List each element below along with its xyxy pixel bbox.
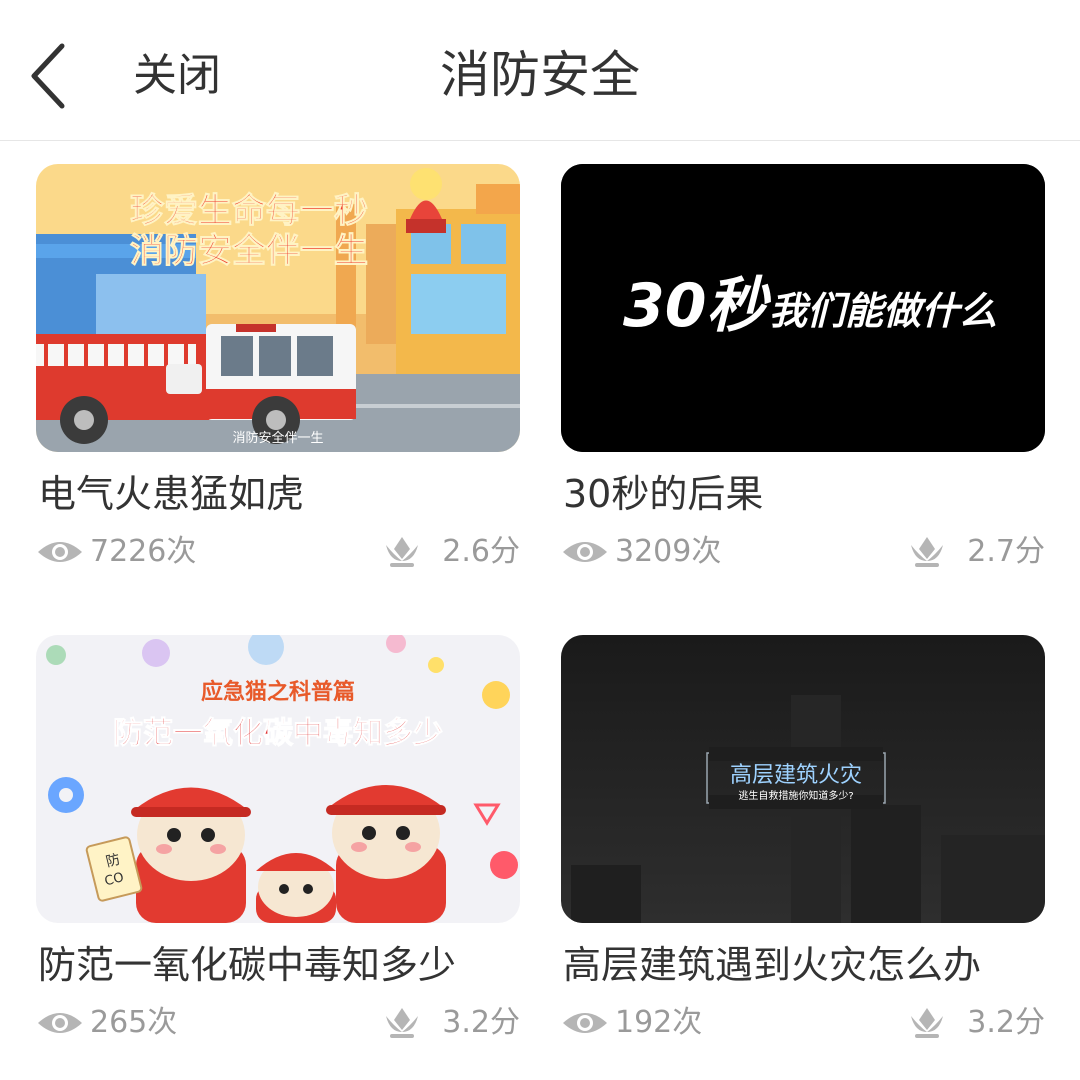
eye-icon xyxy=(38,1013,82,1033)
video-thumbnail[interactable]: 高层建筑火灾 逃生自救措施你知道多少? xyxy=(561,635,1045,923)
thumb-caption: 消防安全伴一生 xyxy=(232,430,323,446)
cat-small xyxy=(256,853,336,923)
video-title[interactable]: 电气火患猛如虎 xyxy=(38,469,304,519)
video-thumbnail[interactable]: 珍爱生命每一秒 消防安全伴一生 消防安全伴一生 xyxy=(36,164,520,452)
view-count: 3209次 xyxy=(561,532,721,572)
eye-icon xyxy=(38,542,82,562)
duration: 2.7分 xyxy=(909,532,1045,572)
black-title-card: 30秒 我们能做什么 xyxy=(561,164,1045,452)
video-stats: 7226次 2.6分 xyxy=(36,532,520,572)
eye-icon xyxy=(563,542,607,562)
flower-icon xyxy=(386,537,419,567)
eye-icon xyxy=(563,1013,607,1033)
thumb-big-text: 30秒 xyxy=(623,271,771,341)
video-card[interactable]: 30秒 我们能做什么 30秒的后果 3209次 2.7分 xyxy=(561,164,1045,569)
thumb-text-line1: 高层建筑火灾 xyxy=(730,763,862,788)
video-title[interactable]: 防范一氧化碳中毒知多少 xyxy=(38,940,456,990)
thumb-text-line2: 防范一氧化碳中毒知多少 xyxy=(113,716,443,751)
video-title[interactable]: 高层建筑遇到火灾怎么办 xyxy=(563,940,981,990)
fire-truck-illustration: 珍爱生命每一秒 消防安全伴一生 消防安全伴一生 xyxy=(36,164,520,452)
video-stats: 265次 3.2分 xyxy=(36,1003,520,1043)
thumb-small-text: 我们能做什么 xyxy=(769,289,997,333)
thumb-text-line1: 应急猫之科普篇 xyxy=(201,679,355,705)
video-title[interactable]: 30秒的后果 xyxy=(563,469,763,519)
video-card[interactable]: 高层建筑火灾 逃生自救措施你知道多少? 高层建筑遇到火灾怎么办 192次 3.2… xyxy=(561,635,1045,1040)
thumb-text-line2: 消防安全伴一生 xyxy=(130,231,368,271)
video-stats: 192次 3.2分 xyxy=(561,1003,1045,1043)
view-count: 192次 xyxy=(561,1003,702,1043)
top-bar: 关闭 消防安全 xyxy=(0,0,1080,141)
view-count: 7226次 xyxy=(36,532,196,572)
thumb-text-line1: 珍爱生命每一秒 xyxy=(130,191,368,231)
duration: 2.6分 xyxy=(384,532,520,572)
cat-left xyxy=(131,787,251,923)
video-thumbnail[interactable]: 30秒 我们能做什么 xyxy=(561,164,1045,452)
duration: 3.2分 xyxy=(909,1003,1045,1043)
video-thumbnail[interactable]: 应急猫之科普篇 防范一氧化碳中毒知多少 防 CO xyxy=(36,635,520,923)
flower-icon xyxy=(911,537,944,567)
video-stats: 3209次 2.7分 xyxy=(561,532,1045,572)
dark-city-title-card: 高层建筑火灾 逃生自救措施你知道多少? xyxy=(561,635,1045,923)
video-card[interactable]: 应急猫之科普篇 防范一氧化碳中毒知多少 防 CO 防范一氧化碳中毒知多少 265… xyxy=(36,635,520,1040)
page-title: 消防安全 xyxy=(440,46,640,104)
flower-icon xyxy=(911,1008,944,1038)
cat-right xyxy=(326,785,446,923)
emergency-cat-illustration: 应急猫之科普篇 防范一氧化碳中毒知多少 防 CO xyxy=(36,635,520,923)
duration: 3.2分 xyxy=(384,1003,520,1043)
video-card[interactable]: 珍爱生命每一秒 消防安全伴一生 消防安全伴一生 电气火患猛如虎 7226次 2.… xyxy=(36,164,520,569)
thumb-text-line2: 逃生自救措施你知道多少? xyxy=(738,789,853,802)
flower-icon xyxy=(386,1008,419,1038)
view-count: 265次 xyxy=(36,1003,177,1043)
